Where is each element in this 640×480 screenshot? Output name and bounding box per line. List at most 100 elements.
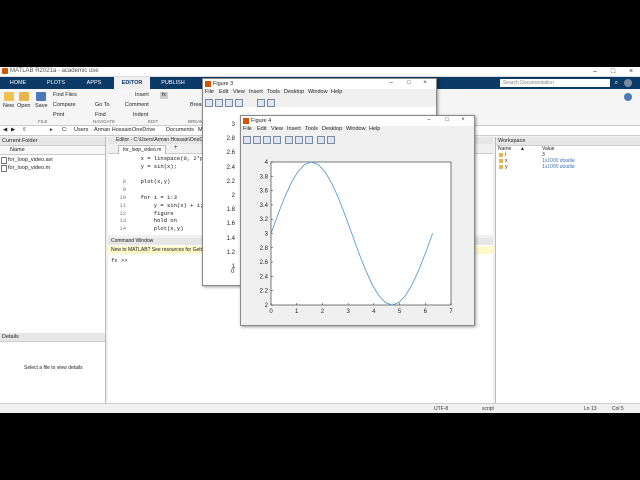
search-icon[interactable]: ⌕ <box>615 80 618 87</box>
find-files-button[interactable]: Find Files <box>53 92 77 98</box>
maximize-icon[interactable]: □ <box>604 67 622 76</box>
code-line[interactable]: for i = 1:3 <box>134 194 177 201</box>
code-line[interactable]: plot(x,y) <box>134 178 171 185</box>
path-segment[interactable]: Users <box>74 127 88 133</box>
print-icon[interactable] <box>235 99 243 107</box>
code-line[interactable]: y = sin(x) + i; <box>134 202 204 209</box>
minimize-icon[interactable]: – <box>420 116 438 125</box>
edit-section-label: EDIT <box>148 119 159 124</box>
minimize-icon[interactable]: – <box>586 67 604 76</box>
insert-legend-icon[interactable] <box>305 136 313 144</box>
print-icon[interactable] <box>273 136 281 144</box>
menu-help[interactable]: Help <box>331 89 342 95</box>
help-icon[interactable] <box>624 93 632 101</box>
name-column-header[interactable]: Name <box>0 146 105 155</box>
sort-ascending-icon[interactable]: ▲ <box>520 146 525 152</box>
tab-plots[interactable]: PLOTS <box>38 77 74 89</box>
command-prompt[interactable]: fx >> <box>111 257 128 264</box>
line-number: 11 <box>119 201 126 209</box>
code-line[interactable]: figure <box>134 210 174 217</box>
save-button[interactable]: Save <box>35 103 48 109</box>
new-figure-icon[interactable] <box>243 136 251 144</box>
code-line[interactable]: x = linspace(0, 2*pi <box>134 155 207 162</box>
menu-desktop[interactable]: Desktop <box>284 89 304 95</box>
tab-home[interactable]: HOME <box>0 77 36 89</box>
menu-tools[interactable]: Tools <box>267 89 280 95</box>
menu-insert[interactable]: Insert <box>287 126 301 132</box>
compare-button[interactable]: Compare <box>53 102 76 108</box>
tab-apps[interactable]: APPS <box>76 77 112 89</box>
figure-3-menu: File Edit View Insert Tools Desktop Wind… <box>203 89 436 97</box>
menu-desktop[interactable]: Desktop <box>322 126 342 132</box>
workspace-header: Workspace <box>496 137 640 146</box>
editor-tab-file[interactable]: for_loop_video.m <box>118 145 167 154</box>
save-icon[interactable] <box>263 136 271 144</box>
insert-button[interactable]: Insert <box>135 92 149 98</box>
menu-help[interactable]: Help <box>369 126 380 132</box>
close-icon[interactable]: × <box>416 79 434 88</box>
menu-view[interactable]: View <box>271 126 283 132</box>
menu-edit[interactable]: Edit <box>257 126 266 132</box>
path-segment[interactable]: Arman Hossain <box>94 127 132 133</box>
minimize-icon[interactable]: – <box>382 79 400 88</box>
browse-folder-icon[interactable]: ▸ <box>50 127 53 133</box>
go-to-button[interactable]: Go To <box>95 102 110 108</box>
close-icon[interactable]: × <box>622 67 640 76</box>
ws-var-value: 1x1000 double <box>542 164 575 170</box>
encoding-status: UTF-8 <box>434 406 449 412</box>
code-line[interactable]: y = sin(x); <box>134 163 177 170</box>
insert-legend-icon[interactable] <box>267 99 275 107</box>
video-file-icon <box>1 157 7 164</box>
figure-3-y-tick: 1.8 <box>226 207 235 214</box>
search-input[interactable]: Search Documentation <box>500 79 610 87</box>
path-drive[interactable]: C: <box>62 127 68 133</box>
indent-button[interactable]: Indent <box>133 112 148 118</box>
menu-window[interactable]: Window <box>346 126 366 132</box>
edit-plot-icon[interactable] <box>317 136 325 144</box>
path-segment[interactable]: Documents <box>166 127 194 133</box>
open-button[interactable]: Open <box>17 103 30 109</box>
link-plot-icon[interactable] <box>285 136 293 144</box>
ws-var-name[interactable]: y <box>505 164 508 170</box>
open-property-inspector-icon[interactable] <box>327 136 335 144</box>
menu-file[interactable]: File <box>243 126 252 132</box>
menu-insert[interactable]: Insert <box>249 89 263 95</box>
tab-publish[interactable]: PUBLISH <box>154 77 192 89</box>
back-icon[interactable]: ◀ <box>3 127 7 133</box>
open-folder-icon[interactable] <box>19 92 29 101</box>
find-button[interactable]: Find <box>95 112 106 118</box>
comment-button[interactable]: Comment <box>125 102 149 108</box>
code-line[interactable]: hold on <box>134 217 177 224</box>
insert-colorbar-icon[interactable] <box>257 99 265 107</box>
new-figure-icon[interactable] <box>205 99 213 107</box>
new-tab-icon[interactable]: + <box>174 145 178 151</box>
title-bar: MATLAB R2021a - academic use – □ × <box>0 67 640 77</box>
menu-edit[interactable]: Edit <box>219 89 228 95</box>
fx-icon[interactable]: fx <box>160 92 168 99</box>
code-line[interactable]: plot(x,y) <box>134 225 184 232</box>
new-file-icon[interactable] <box>4 92 14 101</box>
save-icon[interactable] <box>225 99 233 107</box>
tab-editor[interactable]: EDITOR <box>114 77 150 89</box>
open-icon[interactable] <box>253 136 261 144</box>
file-item[interactable]: for_loop_video.m <box>8 165 50 171</box>
new-button[interactable]: New <box>3 103 14 109</box>
menu-view[interactable]: View <box>233 89 245 95</box>
menu-tools[interactable]: Tools <box>305 126 318 132</box>
matlab-logo-icon <box>2 68 8 74</box>
insert-colorbar-icon[interactable] <box>295 136 303 144</box>
figure-4-window[interactable]: Figure 4 – □ × File Edit View Insert Too… <box>240 115 475 326</box>
file-item[interactable]: for_loop_video.avi <box>8 157 53 163</box>
up-folder-icon[interactable]: ⇧ <box>22 127 27 133</box>
file-section-label: FILE <box>38 119 48 124</box>
user-icon[interactable] <box>624 79 632 87</box>
close-icon[interactable]: × <box>454 116 472 125</box>
path-segment[interactable]: OneDrive <box>132 127 155 133</box>
open-icon[interactable] <box>215 99 223 107</box>
forward-icon[interactable]: ▶ <box>11 127 15 133</box>
menu-file[interactable]: File <box>205 89 214 95</box>
current-folder-header: Current Folder <box>0 137 105 146</box>
print-button[interactable]: Print <box>53 112 64 118</box>
save-icon[interactable] <box>36 92 46 101</box>
menu-window[interactable]: Window <box>308 89 328 95</box>
